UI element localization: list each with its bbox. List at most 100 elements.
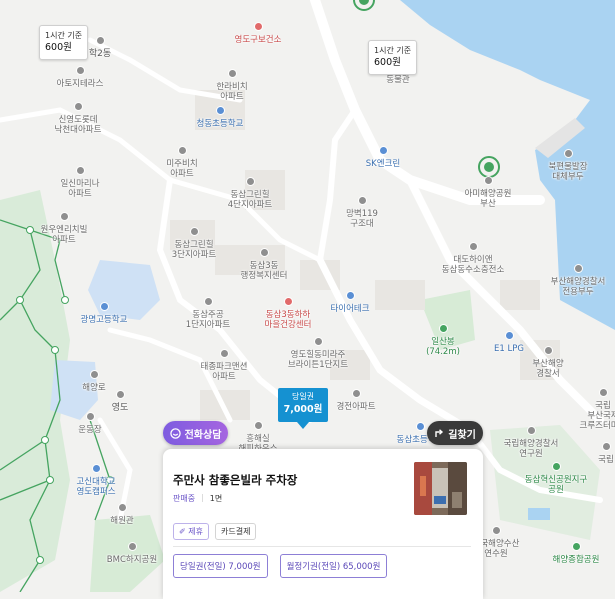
map-label-text: 청동초등학교 [196, 119, 244, 129]
map-label-30[interactable]: 망벽119 구조대 [317, 190, 407, 229]
map-label-text: 원우엔리치빌 아파트 [40, 225, 88, 245]
place-pin-icon [598, 388, 608, 397]
map-label-2[interactable]: 아토지테라스 [35, 60, 125, 89]
map-label-23[interactable]: 고신대학교 영도캠퍼스 [51, 458, 141, 497]
place-pin-icon [491, 526, 501, 535]
map-label-text: 아미해양공원 부산 [464, 189, 512, 209]
price-tag-2[interactable]: 1시간 기준 600원 [368, 40, 418, 75]
feature-tags: ✐ 제휴 카드결제 [173, 523, 257, 540]
place-pin-icon [203, 297, 213, 306]
place-pin-icon [215, 106, 225, 115]
map-label-26[interactable]: SK엔크린 [338, 140, 428, 169]
partner-icon: ✐ [179, 527, 186, 536]
place-pin-icon [573, 264, 583, 273]
call-consult-button[interactable]: 전화상담 [163, 421, 228, 445]
price-tag-sub: 1시간 기준 [374, 46, 412, 55]
place-pin-icon [526, 426, 536, 435]
map-label-31[interactable]: 대도하이앤 동삼동수소충전소 [428, 236, 518, 275]
place-pin-icon [75, 66, 85, 75]
place-pin-icon [563, 149, 573, 158]
place-pin-icon [571, 542, 581, 551]
meta-separator: | [201, 493, 204, 502]
marker-value: 7,000원 [283, 404, 323, 415]
place-pin-icon [283, 297, 293, 306]
place-pin-icon [99, 302, 109, 311]
place-pin-icon [117, 503, 127, 512]
map-label-36[interactable]: 부산해양 경찰서 [503, 340, 593, 379]
map-label-15[interactable]: 태종파크맨션 아파트 [179, 343, 269, 382]
place-pin-icon [253, 22, 263, 31]
map-label-text: 국립 [598, 455, 614, 465]
ticket-prices: 당일권(전일) 7,000원 월정기권(전일) 65,000원 [173, 554, 388, 578]
card-meta: 판매중 | 1면 [173, 493, 222, 504]
map-label-40[interactable]: 국립 [561, 436, 615, 465]
map-label-38[interactable]: 국립 부산국제 크루즈터미널 [558, 382, 615, 431]
day-pass-price[interactable]: 당일권(전일) 7,000원 [173, 554, 268, 578]
place-pin-icon [468, 242, 478, 251]
place-pin-icon [115, 390, 125, 399]
map-label-13[interactable]: 동삼주공 1단지아파트 [163, 291, 253, 330]
pond [528, 508, 550, 520]
place-pin-icon [357, 196, 367, 205]
map-label-29[interactable]: 아미해양공원 부산 [443, 170, 533, 209]
partner-tag: ✐ 제휴 [173, 523, 209, 540]
map-label-7[interactable]: 일신마리나 아파트 [35, 160, 125, 199]
map-label-text: 신영도롯데 낙천대아파트 [54, 115, 102, 135]
map-label-22[interactable]: 운동장 [45, 406, 135, 435]
parking-marker[interactable]: 당일권 7,000원 [278, 388, 328, 429]
place-pin-icon [483, 176, 493, 185]
place-pin-icon [85, 412, 95, 421]
place-pin-icon [601, 442, 611, 451]
map-label-text: 해원관 [110, 516, 134, 526]
map-label-25[interactable]: 해원관 [77, 497, 167, 526]
partner-tag-label: 제휴 [188, 527, 203, 536]
place-pin-icon [245, 177, 255, 186]
directions-button[interactable]: 길찾기 [427, 421, 483, 445]
photo-thumbnail-image [414, 462, 467, 515]
map-label-11[interactable]: 동삼3동 행정복지센터 [219, 242, 309, 281]
map-label-text: 동삼그린힐 4단지아파트 [227, 190, 273, 210]
place-pin-icon [127, 542, 137, 551]
place-pin-icon [351, 389, 361, 398]
map-label-5[interactable]: 청동초등학교 [175, 100, 265, 129]
map-label-0[interactable]: 영도구보건소 [213, 16, 303, 45]
map-label-text: 아토지테라스 [56, 79, 104, 89]
parking-info-card[interactable]: 주만사 참좋은빌라 주차장 판매중 | 1면 ✐ 제휴 카드결제 당일권(전일)… [163, 449, 483, 599]
parking-lot-name: 주만사 참좋은빌라 주차장 [173, 473, 298, 487]
map-label-32[interactable]: 부산해양경찰서 전용부두 [533, 258, 615, 297]
map-label-4[interactable]: 신영도롯데 낙천대아파트 [33, 96, 123, 135]
place-pin-icon [259, 248, 269, 257]
parking-thumbnail[interactable] [414, 462, 467, 515]
place-pin-icon [551, 462, 561, 471]
call-consult-label: 전화상담 [184, 429, 222, 441]
place-pin-icon [438, 324, 448, 333]
place-pin-icon [415, 422, 425, 431]
map-label-text: 한라비치 아파트 [216, 82, 248, 102]
map-label-text: 부산해양 경찰서 [532, 359, 564, 379]
map-label-text: SK엔크린 [365, 159, 401, 169]
map-label-text: 국립 부산국제 크루즈터미널 [579, 401, 615, 431]
map-label-8[interactable]: 원우엔리치빌 아파트 [19, 206, 109, 245]
place-pin-icon [91, 464, 101, 473]
map-label-3[interactable]: 한라비치 아파트 [187, 63, 277, 102]
map-label-28[interactable]: 북편물발장 대체부두 [523, 143, 613, 182]
place-pin-icon [95, 36, 105, 45]
place-pin-icon [75, 166, 85, 175]
map-label-9[interactable]: 동삼그린힐 4단지아파트 [205, 171, 295, 210]
map-label-text: 동삼혁신공원지구 공원 [524, 475, 588, 495]
map-label-12[interactable]: 광명고등학교 [59, 296, 149, 325]
price-tag-1[interactable]: 1시간 기준 600원 [39, 25, 89, 60]
map-label-text: 태종파크맨션 아파트 [200, 362, 248, 382]
map-label-16[interactable]: 영도힐동미라주 브라이튼1단지트 [273, 331, 363, 370]
map-label-text: 운동장 [78, 425, 102, 435]
meta-key: 판매중 [173, 494, 196, 503]
monthly-pass-price[interactable]: 월정기권(전일) 65,000원 [279, 554, 388, 578]
map-label-text: 광명고등학교 [80, 315, 128, 325]
map-label-text: 일신마리나 아파트 [60, 179, 100, 199]
turn-right-icon [435, 429, 444, 437]
map-label-text: 타이어테크 [330, 304, 370, 314]
directions-label: 길찾기 [448, 429, 476, 441]
map-label-42[interactable]: 해양종합공원 [531, 536, 615, 565]
map-label-33[interactable]: 타이어테크 [305, 285, 395, 314]
place-pin-icon [59, 212, 69, 221]
